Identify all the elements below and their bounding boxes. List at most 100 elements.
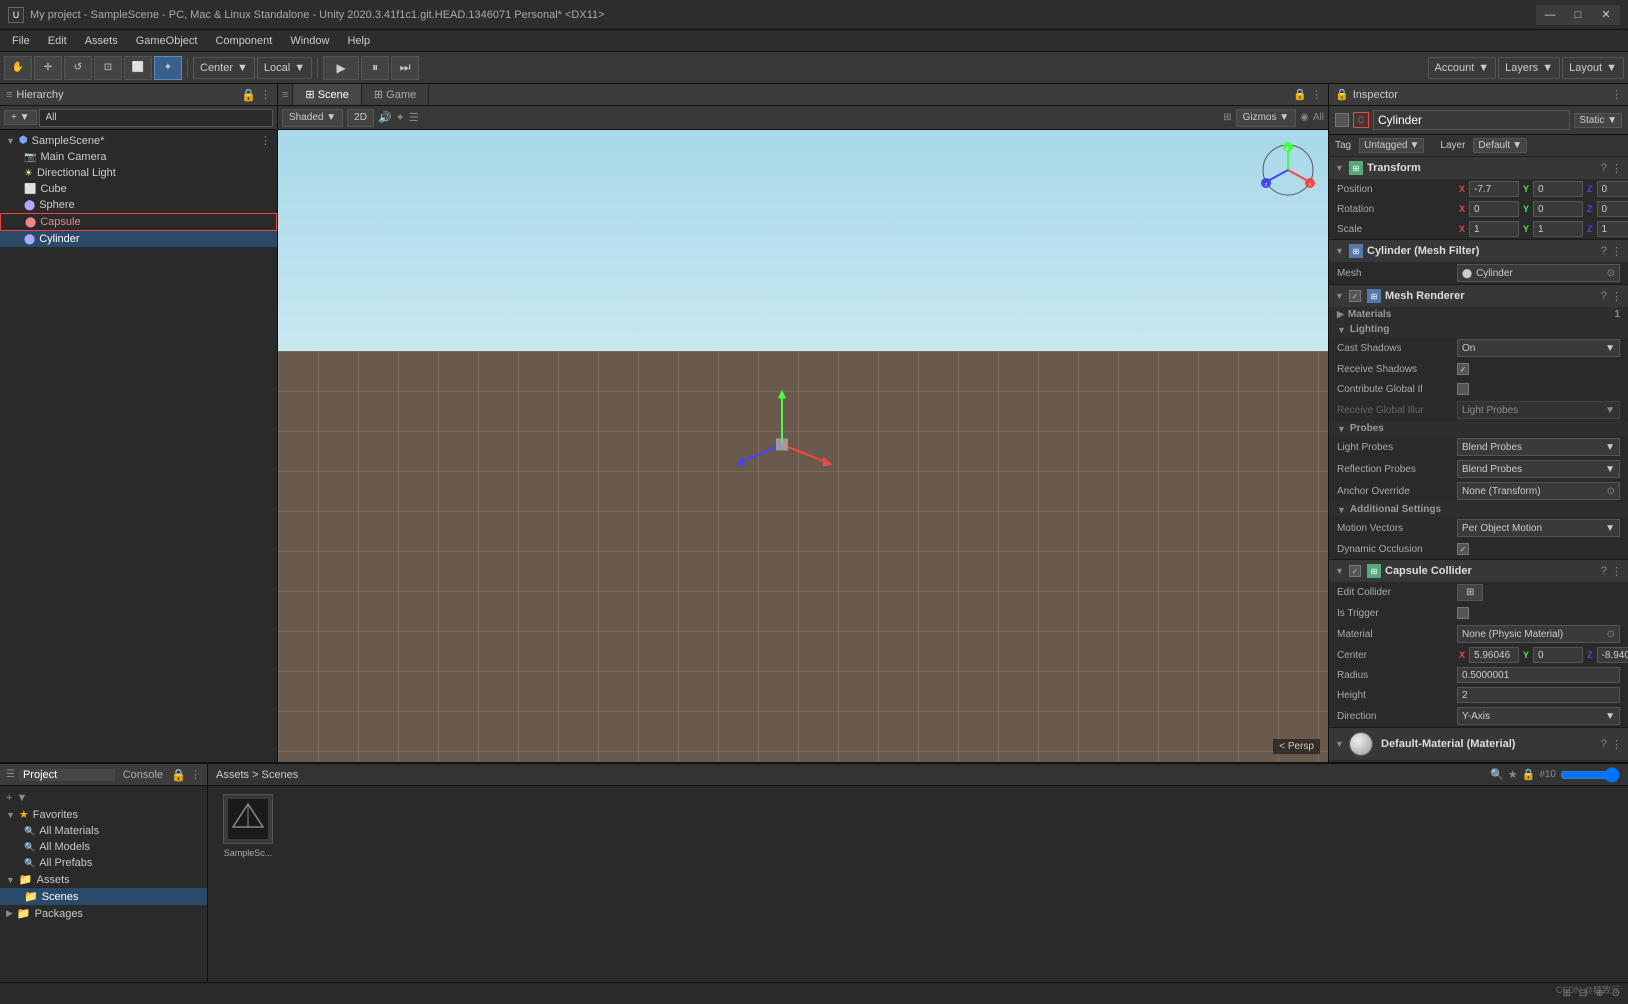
dynamic-occlusion-checkbox[interactable] [1457,543,1469,555]
anchor-override-dropdown[interactable]: None (Transform) ⊙ [1457,482,1620,500]
pos-y-input[interactable] [1533,181,1583,197]
asset-item-samplescene[interactable]: SampleSc... [216,794,280,858]
meshfilter-settings-icon[interactable]: ⋮ [1611,245,1622,258]
material-help-icon[interactable]: ? [1601,738,1607,751]
tab-scene[interactable]: ⊞ Scene [293,84,361,105]
rot-y-input[interactable] [1533,201,1583,217]
perspective-label[interactable]: < Persp [1273,739,1320,754]
meshrenderer-enabled-checkbox[interactable] [1349,290,1361,302]
menu-file[interactable]: File [4,33,38,49]
tree-item-cylinder[interactable]: ⬤ Cylinder [0,231,277,247]
layer-dropdown[interactable]: Default ▼ [1473,138,1527,153]
capsulecollider-help-icon[interactable]: ? [1601,565,1607,578]
tree-item-scenes[interactable]: 📁 Scenes [0,888,207,905]
mesh-target-icon[interactable]: ⊙ [1607,268,1615,279]
receive-shadows-checkbox[interactable] [1457,363,1469,375]
direction-dropdown[interactable]: Y-Axis ▼ [1457,707,1620,725]
menu-assets[interactable]: Assets [77,33,126,49]
anchor-target-icon[interactable]: ⊙ [1607,486,1615,497]
play-button[interactable]: ▶ [323,56,359,80]
meshrenderer-header[interactable]: ▼ ⊞ Mesh Renderer ? ⋮ [1329,285,1628,307]
orientation-gizmo[interactable]: y x z [1258,140,1318,200]
scale-y-input[interactable] [1533,221,1583,237]
receive-gi-dropdown[interactable]: Light Probes ▼ [1457,401,1620,419]
tab-console[interactable]: Console [119,769,167,781]
panel-lock-btn[interactable]: 🔒 [1293,88,1307,101]
is-trigger-checkbox[interactable] [1457,607,1469,619]
layout-dropdown[interactable]: Layout ▼ [1562,57,1624,79]
edit-collider-btn[interactable]: ⊞ [1457,584,1483,601]
effects-icon[interactable]: ✦ [396,111,405,124]
account-dropdown[interactable]: Account ▼ [1428,57,1497,79]
rot-x-input[interactable] [1469,201,1519,217]
asset-size-slider[interactable] [1560,769,1620,781]
pos-z-input[interactable] [1597,181,1628,197]
tree-item-samplescene[interactable]: ▼ ⬢ SampleScene* ⋮ [0,132,277,149]
scene-menu-icon[interactable]: ⋮ [260,134,271,147]
tree-item-assets[interactable]: ▼ 📁 Assets [0,871,207,888]
tab-game[interactable]: ⊞ Game [362,84,429,105]
scene-viewport[interactable]: y x z < Persp [278,130,1328,762]
center-y-input[interactable] [1533,647,1583,663]
meshfilter-help-icon[interactable]: ? [1601,245,1607,258]
light-probes-dropdown[interactable]: Blend Probes ▼ [1457,438,1620,456]
tree-item-cube[interactable]: ⬜ Cube [0,181,277,197]
asset-favorites-icon[interactable]: ★ [1508,768,1518,781]
tree-item-sphere[interactable]: ⬤ Sphere [0,197,277,213]
scene-grid-icon[interactable]: ⊞ [1223,112,1231,123]
object-active-checkbox[interactable] [1335,113,1349,127]
transform-help-icon[interactable]: ? [1601,162,1607,175]
collider-material-dropdown[interactable]: None (Physic Material) ⊙ [1457,625,1620,643]
tab-project[interactable]: Project [19,769,115,781]
center-x-input[interactable] [1469,647,1519,663]
tree-item-directionallight[interactable]: ☀ Directional Light [0,165,277,181]
tree-item-capsule[interactable]: ⬤ Capsule [0,213,277,231]
scale-x-input[interactable] [1469,221,1519,237]
mesh-dropdown[interactable]: ⬤ Cylinder ⊙ [1457,264,1620,282]
material-header[interactable]: ▼ Default-Material (Material) ? ⋮ [1329,728,1628,760]
tree-item-favorites[interactable]: ▼ ★ Favorites [0,806,207,823]
tree-item-maincamera[interactable]: 📷 Main Camera [0,149,277,165]
capsulecollider-enabled-checkbox[interactable] [1349,565,1361,577]
asset-search-icon[interactable]: 🔍 [1490,768,1504,781]
radius-input[interactable] [1457,667,1620,683]
transform-tool[interactable]: ✦ [154,56,182,80]
hierarchy-lock-icon[interactable]: 🔒 [241,88,256,102]
layers-dropdown[interactable]: Layers ▼ [1498,57,1560,79]
tree-item-all-materials[interactable]: 🔍 All Materials [0,823,207,839]
tree-item-all-models[interactable]: 🔍 All Models [0,839,207,855]
hierarchy-menu-icon[interactable]: ⋮ [260,88,271,101]
motion-vectors-dropdown[interactable]: Per Object Motion ▼ [1457,519,1620,537]
height-input[interactable] [1457,687,1620,703]
rotate-tool[interactable]: ↺ [64,56,92,80]
transform-header[interactable]: ▼ ⊞ Transform ? ⋮ [1329,157,1628,179]
hand-tool[interactable]: ✋ [4,56,32,80]
center-z-input[interactable] [1597,647,1628,663]
maximize-button[interactable]: □ [1564,5,1592,25]
tag-dropdown[interactable]: Untagged ▼ [1359,138,1424,153]
close-button[interactable]: ✕ [1592,5,1620,25]
center-dropdown[interactable]: Center ▼ [193,57,255,79]
local-dropdown[interactable]: Local ▼ [257,57,312,79]
meshrenderer-settings-icon[interactable]: ⋮ [1611,290,1622,303]
2d-btn[interactable]: 2D [347,109,374,127]
audio-icon[interactable]: 🔊 [378,111,392,124]
project-lock-icon[interactable]: 🔒 [171,768,186,782]
tree-item-all-prefabs[interactable]: 🔍 All Prefabs [0,855,207,871]
reflection-probes-dropdown[interactable]: Blend Probes ▼ [1457,460,1620,478]
object-name-input[interactable] [1373,110,1570,130]
cast-shadows-dropdown[interactable]: On ▼ [1457,339,1620,357]
hierarchy-add-btn[interactable]: + ▼ [4,110,37,125]
step-button[interactable]: ⏭ [391,56,419,80]
tree-item-packages[interactable]: ▶ 📁 Packages [0,905,207,922]
minimize-button[interactable]: — [1536,5,1564,25]
asset-lock-icon[interactable]: 🔒 [1522,768,1536,781]
project-menu-icon[interactable]: ⋮ [190,768,201,781]
scale-tool[interactable]: ⊡ [94,56,122,80]
scale-z-input[interactable] [1597,221,1628,237]
meshrenderer-help-icon[interactable]: ? [1601,290,1607,303]
tree-item-add[interactable]: + ▼ [0,790,207,806]
rect-tool[interactable]: ⬜ [124,56,152,80]
rot-z-input[interactable] [1597,201,1628,217]
pause-button[interactable]: ⏸ [361,56,389,80]
